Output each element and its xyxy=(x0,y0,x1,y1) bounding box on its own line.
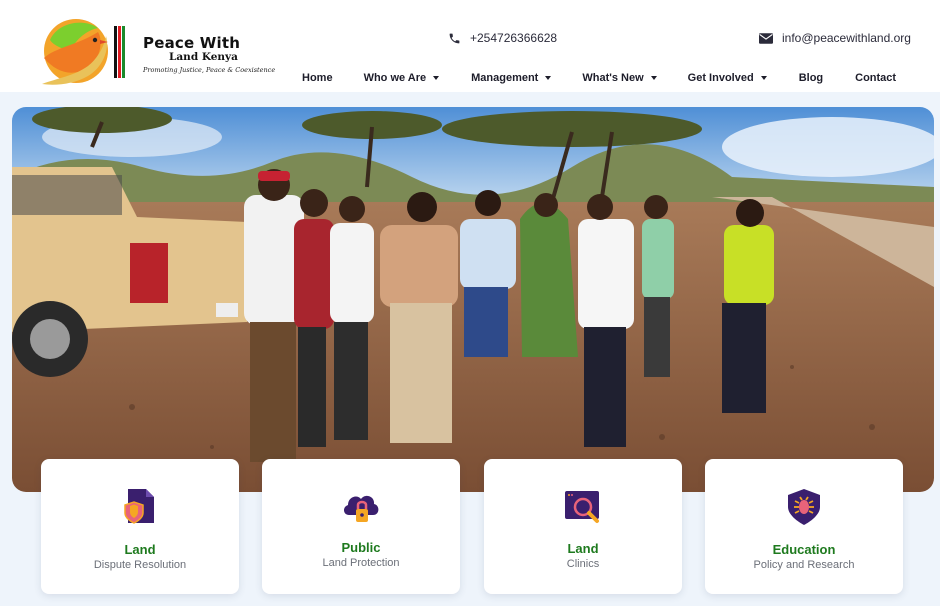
phone-icon xyxy=(448,32,461,45)
card-subtitle: Land Protection xyxy=(322,557,400,569)
nav-contact[interactable]: Contact xyxy=(855,72,896,84)
email-address: info@peacewithland.org xyxy=(782,31,911,45)
hero-photo-illustration xyxy=(12,107,934,492)
card-title: Land xyxy=(567,541,599,556)
chevron-down-icon xyxy=(433,76,440,80)
logo-text: Peace With Land Kenya Promoting Justice,… xyxy=(143,34,275,74)
chevron-down-icon xyxy=(650,76,657,80)
card-subtitle: Clinics xyxy=(566,558,600,570)
phone-contact[interactable]: +254726366628 xyxy=(448,31,557,45)
nav-who-we-are[interactable]: Who we Are xyxy=(364,72,440,84)
nav-get-involved[interactable]: Get Involved xyxy=(688,72,767,84)
email-contact[interactable]: info@peacewithland.org xyxy=(759,31,911,45)
brand-tagline: Promoting Justice, Peace & Coexistence xyxy=(143,66,276,74)
service-card-land-clinics[interactable]: Land Clinics xyxy=(484,459,682,594)
brand-name: Peace With xyxy=(143,34,241,52)
card-subtitle: Policy and Research xyxy=(753,559,855,571)
shield-document-icon xyxy=(124,489,154,524)
logo[interactable]: Peace With Land Kenya Promoting Justice,… xyxy=(40,18,275,88)
cloud-lock-icon xyxy=(343,495,379,522)
card-title: Public xyxy=(341,540,381,555)
service-card-land-protection[interactable]: Public Land Protection xyxy=(262,459,460,594)
nav-blog[interactable]: Blog xyxy=(799,72,823,84)
main-nav: Home Who we Are Management What's New Ge… xyxy=(302,72,896,84)
card-title: Education xyxy=(772,542,836,557)
envelope-icon xyxy=(759,32,773,44)
nav-management[interactable]: Management xyxy=(471,72,552,84)
nav-home[interactable]: Home xyxy=(302,72,333,84)
brand-name-line2: Land Kenya xyxy=(169,51,238,63)
chevron-down-icon xyxy=(760,76,767,80)
shield-bug-icon xyxy=(788,489,820,525)
service-card-education[interactable]: Education Policy and Research xyxy=(705,459,903,594)
dove-logo-icon xyxy=(42,19,108,85)
chevron-down-icon xyxy=(545,76,552,80)
site-header: Peace With Land Kenya Promoting Justice,… xyxy=(0,0,940,92)
nav-whats-new[interactable]: What's New xyxy=(582,72,657,84)
card-title: Land xyxy=(124,542,156,557)
hero-photo xyxy=(12,107,934,492)
card-subtitle: Dispute Resolution xyxy=(93,559,187,571)
phone-number: +254726366628 xyxy=(470,31,558,45)
service-card-dispute-resolution[interactable]: Land Dispute Resolution xyxy=(41,459,239,594)
browser-search-icon xyxy=(565,491,599,523)
